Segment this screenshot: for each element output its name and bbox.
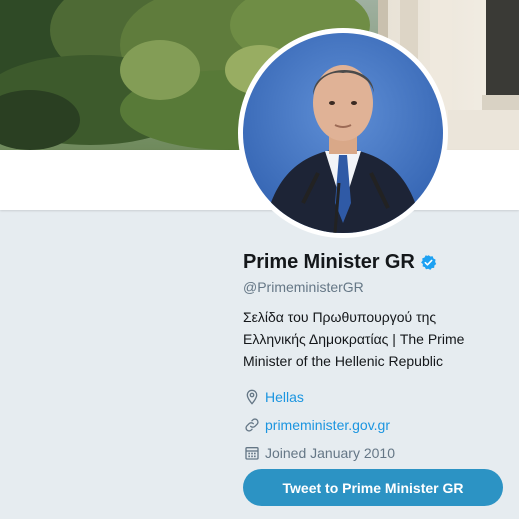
joined-date: Joined January 2010 bbox=[265, 445, 395, 461]
profile-handle[interactable]: @PrimeministerGR bbox=[243, 279, 505, 297]
profile-info: Prime Minister GR @PrimeministerGR Σελίδ… bbox=[243, 248, 505, 467]
bio-line: Σελίδα του Πρωθυπουργού της bbox=[243, 309, 437, 325]
profile-joined: Joined January 2010 bbox=[243, 439, 505, 467]
calendar-icon bbox=[243, 444, 261, 462]
profile-meta: Hellas primeminister.gov.gr Joined Janua… bbox=[243, 383, 505, 467]
bio-line: Ελληνικής Δημοκρατίας | The Prime bbox=[243, 331, 465, 347]
profile-website: primeminister.gov.gr bbox=[243, 411, 505, 439]
bio-line: Minister of the Hellenic Republic bbox=[243, 353, 443, 369]
verified-badge-icon bbox=[420, 254, 437, 271]
link-icon bbox=[243, 416, 261, 434]
location-link[interactable]: Hellas bbox=[265, 389, 304, 405]
location-pin-icon bbox=[243, 388, 261, 406]
profile-bio: Σελίδα του Πρωθυπουργού της Ελληνικής Δη… bbox=[243, 306, 505, 372]
name-row: Prime Minister GR bbox=[243, 248, 505, 276]
profile-avatar[interactable] bbox=[238, 28, 448, 238]
profile-location: Hellas bbox=[243, 383, 505, 411]
website-link[interactable]: primeminister.gov.gr bbox=[265, 417, 390, 433]
profile-name[interactable]: Prime Minister GR bbox=[243, 251, 415, 274]
tweet-to-button[interactable]: Tweet to Prime Minister GR bbox=[243, 469, 503, 506]
